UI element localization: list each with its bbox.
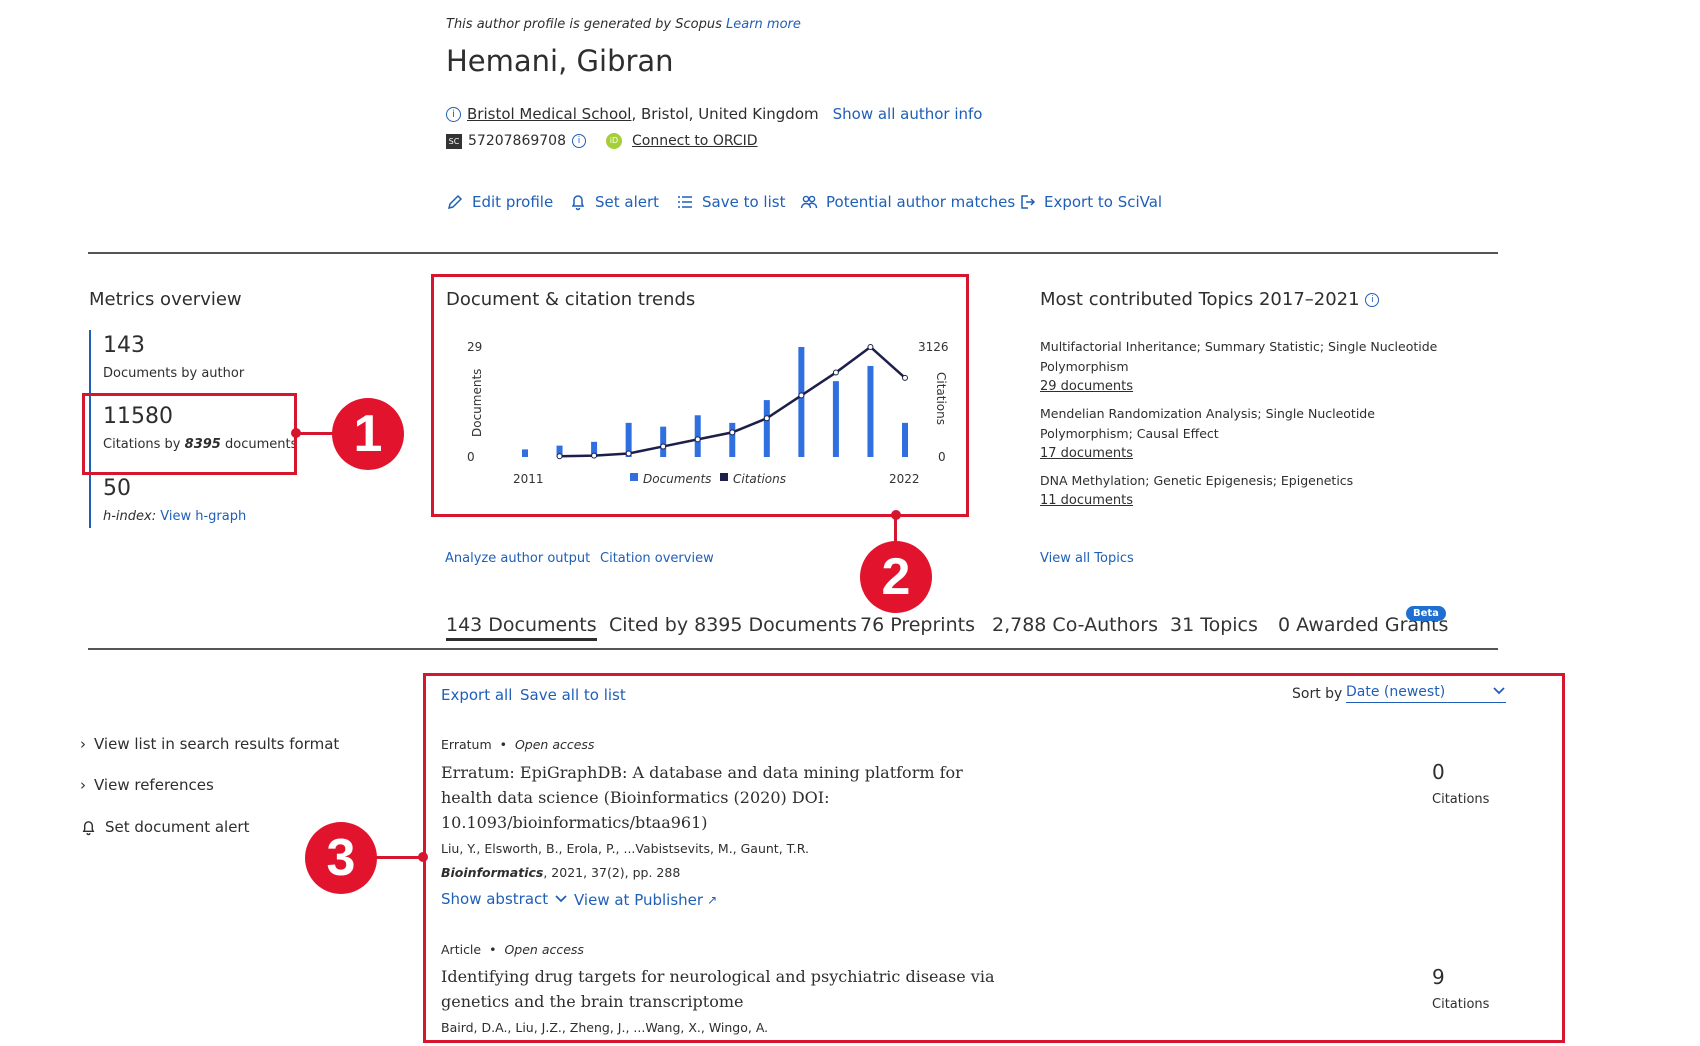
export-icon [1021, 195, 1036, 209]
chevron-right-icon: › [80, 776, 86, 794]
info-icon[interactable]: i [1365, 293, 1380, 307]
highlight-box-metrics [82, 393, 297, 475]
tab-topics[interactable]: 31 Topics [1170, 614, 1258, 636]
bell-icon [571, 195, 585, 211]
export-to-scival-button[interactable]: Export to SciVal [1018, 193, 1162, 211]
affiliation-location: , Bristol, United Kingdom [631, 105, 819, 123]
annotation-marker-1: 1 [332, 398, 404, 470]
citation-overview-link[interactable]: Citation overview [600, 551, 714, 566]
view-all-topics-link[interactable]: View all Topics [1040, 551, 1134, 566]
tabs-divider [88, 648, 1498, 650]
connector-line [370, 856, 422, 859]
scopus-id-badge: SC [446, 133, 462, 149]
documents-label: Documents by author [103, 366, 245, 381]
view-list-search-format-link[interactable]: › View list in search results format [80, 735, 339, 753]
list-icon [678, 196, 692, 208]
orcid-icon: iD [605, 133, 622, 149]
edit-profile-button[interactable]: Edit profile [446, 193, 553, 211]
tab-preprints[interactable]: 76 Preprints [860, 614, 975, 636]
annotation-marker-2: 2 [860, 541, 932, 613]
learn-more-link[interactable]: Learn more [726, 17, 801, 32]
highlight-box-results [423, 673, 1565, 1043]
connect-orcid-link[interactable]: Connect to ORCID [632, 133, 758, 149]
connector-line [894, 515, 897, 542]
topic-title: Multifactorial Inheritance; Summary Stat… [1040, 339, 1438, 374]
topic-title: DNA Methylation; Genetic Epigenesis; Epi… [1040, 473, 1354, 488]
view-references-link[interactable]: › View references [80, 776, 214, 794]
topic-documents-link[interactable]: 17 documents [1040, 446, 1470, 461]
beta-badge: Beta [1406, 606, 1446, 621]
potential-author-matches-button[interactable]: Potential author matches [800, 193, 1015, 211]
h-index-label: h-index: [103, 509, 157, 524]
people-icon [800, 195, 818, 209]
documents-count: 143 [103, 333, 145, 358]
view-h-graph-link[interactable]: View h-graph [160, 509, 246, 524]
chevron-right-icon: › [80, 735, 86, 753]
highlight-box-trends [431, 274, 969, 517]
topic-title: Mendelian Randomization Analysis; Single… [1040, 406, 1375, 441]
annotation-marker-3: 3 [305, 822, 377, 894]
save-to-list-button[interactable]: Save to list [676, 193, 785, 211]
analyze-author-output-link[interactable]: Analyze author output [445, 551, 590, 566]
connector-line [296, 432, 336, 435]
pencil-icon [447, 194, 463, 210]
h-index-value: 50 [103, 476, 131, 501]
h-index-row: h-index: View h-graph [103, 509, 246, 524]
tab-co-authors[interactable]: 2,788 Co-Authors [992, 614, 1158, 636]
info-icon: i [446, 106, 461, 122]
metrics-overview-heading: Metrics overview [89, 289, 242, 310]
info-icon[interactable]: i [571, 134, 586, 148]
topic-documents-link[interactable]: 11 documents [1040, 493, 1470, 508]
bell-icon [82, 820, 95, 835]
topics-heading: Most contributed Topics 2017–2021 i [1040, 289, 1380, 310]
tab-cited-by[interactable]: Cited by 8395 Documents [609, 614, 857, 636]
set-alert-button[interactable]: Set alert [569, 193, 659, 211]
topics-list: Multifactorial Inheritance; Summary Stat… [1040, 337, 1470, 518]
tab-documents[interactable]: 143 Documents [446, 614, 597, 641]
author-name: Hemani, Gibran [446, 44, 674, 78]
affiliation-row: i Bristol Medical School, Bristol, Unite… [446, 105, 982, 123]
affiliation-link[interactable]: Bristol Medical School [467, 105, 631, 123]
identifier-row: SC 57207869708 i iD Connect to ORCID [446, 133, 758, 149]
scopus-author-id: 57207869708 [468, 133, 566, 149]
set-document-alert-link[interactable]: Set document alert [80, 818, 250, 836]
show-all-author-info-link[interactable]: Show all author info [833, 105, 983, 123]
topic-documents-link[interactable]: 29 documents [1040, 379, 1470, 394]
profile-generated-note: This author profile is generated by Scop… [446, 17, 801, 32]
header-divider [88, 252, 1498, 254]
